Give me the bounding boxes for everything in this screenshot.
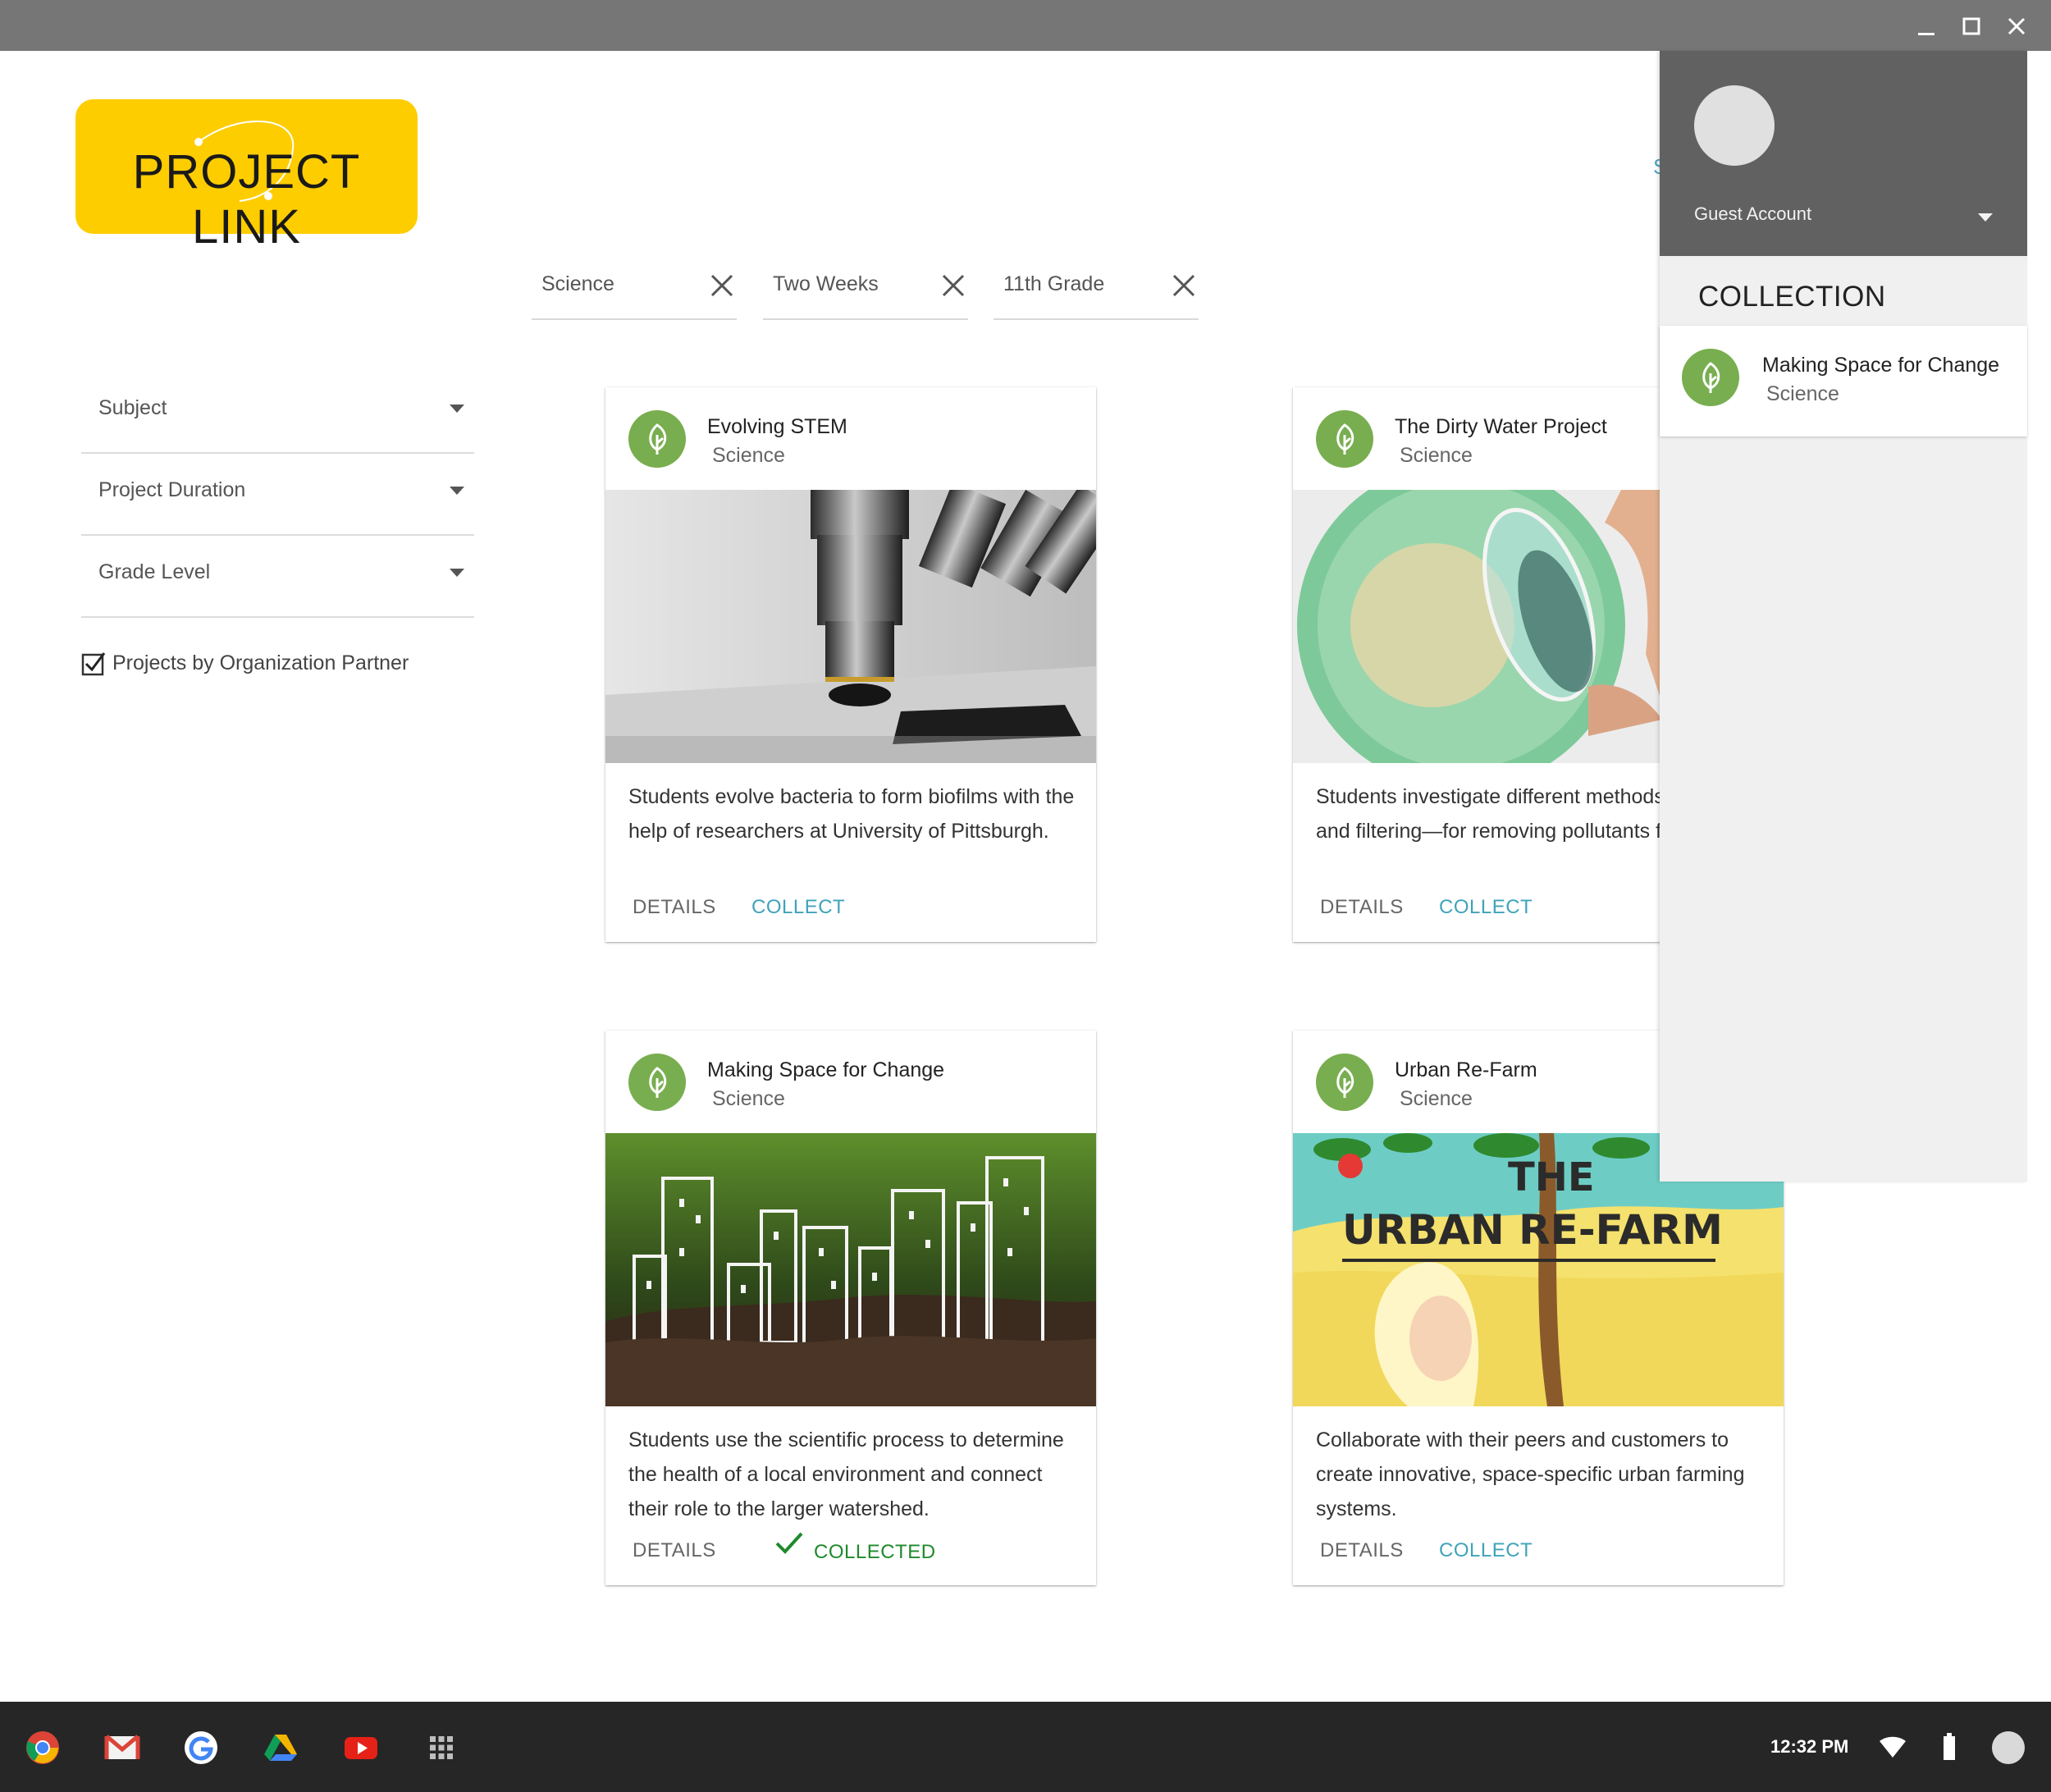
- check-icon: [775, 1532, 803, 1554]
- card-description: Collaborate with their peers and custome…: [1316, 1429, 1745, 1520]
- clock[interactable]: 12:32 PM: [1770, 1736, 1848, 1758]
- leaf-icon: [1336, 1067, 1354, 1098]
- battery-icon[interactable]: [1942, 1733, 1957, 1761]
- details-button[interactable]: DETAILS: [633, 1539, 716, 1562]
- leaf-icon: [649, 423, 667, 455]
- leaf-icon: [649, 1067, 667, 1098]
- filter-chip-label: Science: [541, 272, 614, 295]
- project-card: Making Space for Change Science Students…: [605, 1031, 1096, 1585]
- card-subject: Science: [1400, 444, 1473, 467]
- taskbar: 12:32 PM: [0, 1702, 2051, 1792]
- details-button[interactable]: DETAILS: [1320, 896, 1404, 919]
- collect-button[interactable]: COLLECT: [1439, 1539, 1533, 1562]
- filter-chip-subject: Science: [532, 263, 737, 320]
- gmail-icon[interactable]: [104, 1730, 140, 1766]
- grade-level-dropdown[interactable]: Grade Level: [81, 536, 474, 618]
- dropdown-label: Grade Level: [98, 560, 211, 583]
- logo-text: PROJECT LINK: [132, 145, 361, 254]
- collect-button[interactable]: COLLECT: [1439, 896, 1533, 919]
- chevron-down-icon: [450, 569, 464, 577]
- dropdown-label: Project Duration: [98, 478, 246, 501]
- chevron-down-icon: [450, 405, 464, 413]
- filter-chip-label: 11th Grade: [1003, 272, 1105, 295]
- account-name: Guest Account: [1694, 203, 1812, 224]
- subject-dropdown[interactable]: Subject: [81, 372, 474, 454]
- partner-checkbox-label: Projects by Organization Partner: [112, 651, 409, 674]
- partner-checkbox[interactable]: [81, 651, 106, 676]
- remove-filter-icon[interactable]: [707, 271, 737, 300]
- chrome-icon[interactable]: [25, 1730, 61, 1766]
- collected-button[interactable]: COLLECTED: [814, 1541, 936, 1564]
- wifi-icon[interactable]: [1879, 1736, 1907, 1759]
- account-header: Guest Account: [1660, 51, 2027, 256]
- avatar: [628, 410, 686, 468]
- remove-filter-icon[interactable]: [939, 271, 968, 300]
- card-title: The Dirty Water Project: [1395, 415, 1607, 438]
- card-title: Evolving STEM: [707, 415, 847, 438]
- card-subject: Science: [712, 1087, 785, 1110]
- dropdown-label: Subject: [98, 396, 167, 419]
- youtube-icon[interactable]: [343, 1730, 379, 1766]
- project-link-logo[interactable]: PROJECT LINK: [75, 99, 418, 254]
- collection-item-subject: Science: [1766, 382, 1839, 405]
- account-panel: Guest Account COLLECTION Making Space fo…: [1660, 51, 2027, 1182]
- details-button[interactable]: DETAILS: [633, 896, 716, 919]
- card-title: Making Space for Change: [707, 1058, 945, 1081]
- project-duration-dropdown[interactable]: Project Duration: [81, 454, 474, 536]
- card-image-city-sketch: [605, 1133, 1096, 1406]
- details-button[interactable]: DETAILS: [1320, 1539, 1404, 1562]
- card-title: Urban Re-Farm: [1395, 1058, 1537, 1081]
- window-title-bar: [0, 0, 2051, 51]
- avatar: [1316, 410, 1373, 468]
- user-avatar[interactable]: [1694, 85, 1775, 166]
- card-subject: Science: [1400, 1087, 1473, 1110]
- filter-chip-grade: 11th Grade: [994, 263, 1199, 320]
- project-card: Evolving STEM Science Students evolve ba…: [605, 387, 1096, 942]
- card-description: Students use the scientific process to d…: [628, 1429, 1064, 1520]
- filter-chip-duration: Two Weeks: [763, 263, 968, 320]
- drive-icon[interactable]: [263, 1730, 299, 1766]
- avatar: [1682, 349, 1739, 406]
- maximize-icon[interactable]: [1955, 10, 1988, 43]
- google-icon[interactable]: [183, 1730, 219, 1766]
- avatar: [1316, 1054, 1373, 1111]
- close-icon[interactable]: [2000, 10, 2033, 43]
- leaf-icon: [1702, 362, 1720, 393]
- collection-item-title: Making Space for Change: [1762, 354, 2000, 377]
- poster-title-line1: THE: [1508, 1154, 1595, 1200]
- collection-title: COLLECTION: [1698, 281, 1886, 313]
- filter-chip-label: Two Weeks: [773, 272, 879, 295]
- remove-filter-icon[interactable]: [1169, 271, 1199, 300]
- chevron-down-icon[interactable]: [1978, 213, 1993, 222]
- collection-item[interactable]: Making Space for Change Science: [1660, 326, 2027, 437]
- card-subject: Science: [712, 444, 785, 467]
- chevron-down-icon: [450, 487, 464, 495]
- card-image-microscope: [605, 490, 1096, 763]
- user-avatar-tray[interactable]: [1992, 1731, 2025, 1764]
- poster-title-line2: URBAN RE-FARM: [1342, 1206, 1723, 1254]
- collect-button[interactable]: COLLECT: [751, 896, 845, 919]
- leaf-icon: [1336, 423, 1354, 455]
- avatar: [628, 1054, 686, 1111]
- card-description: Students evolve bacteria to form biofilm…: [628, 785, 1075, 843]
- minimize-icon[interactable]: [1910, 10, 1943, 43]
- app-launcher-icon[interactable]: [423, 1730, 459, 1766]
